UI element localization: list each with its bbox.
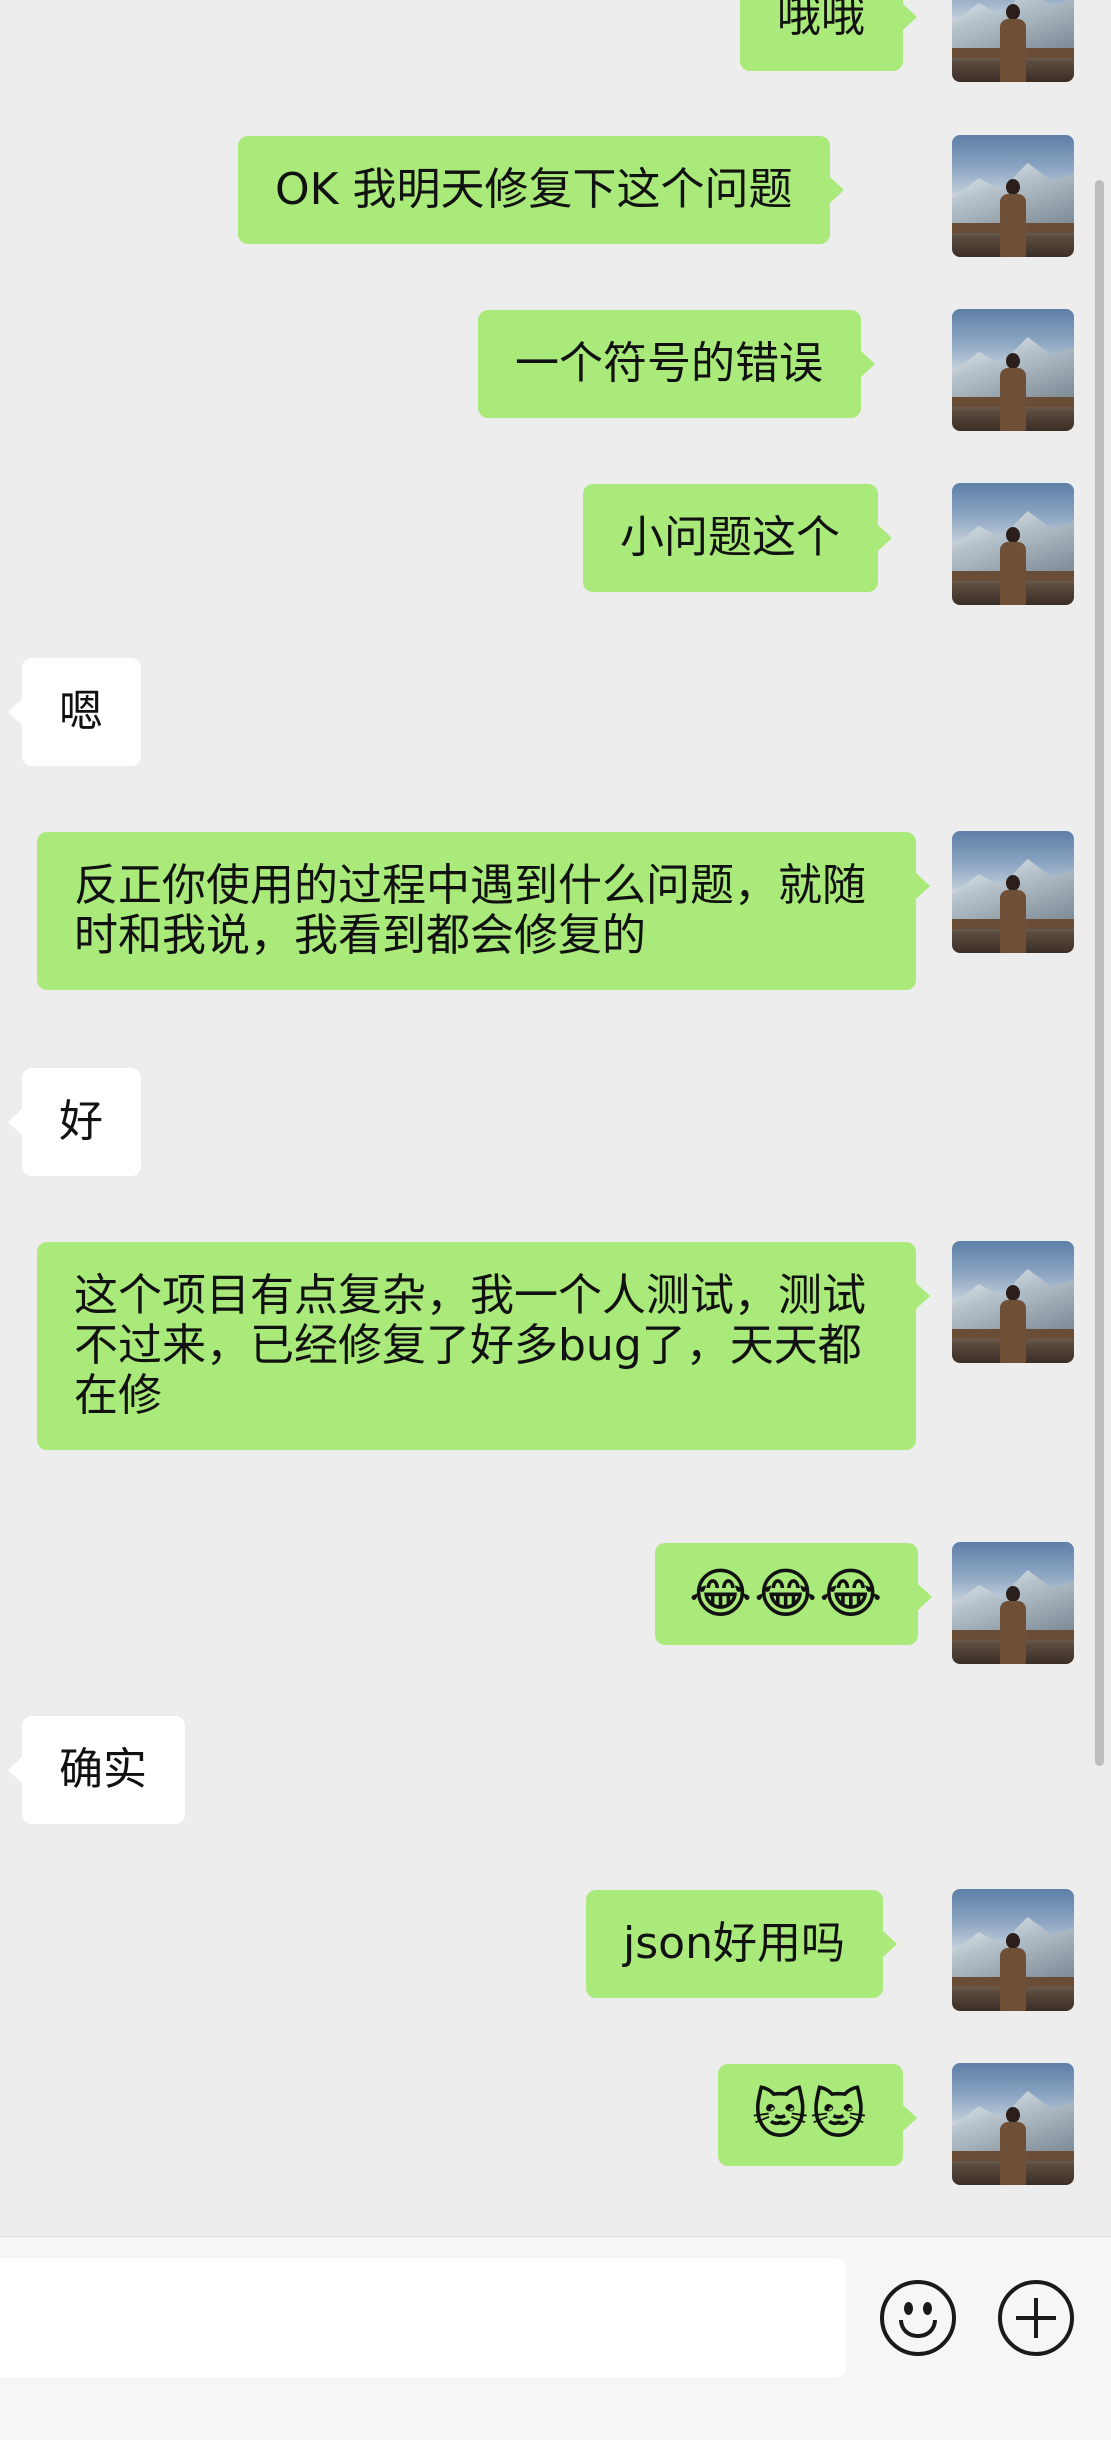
avatar[interactable] xyxy=(952,309,1074,431)
message-text: 确实 xyxy=(59,1744,147,1795)
avatar[interactable] xyxy=(952,1542,1074,1664)
message-text: 好 xyxy=(59,1096,103,1147)
message-bubble[interactable]: 小问题这个 xyxy=(583,484,892,592)
emoji-face-icon[interactable] xyxy=(880,2280,956,2356)
message-text: 反正你使用的过程中遇到什么问题，就随时和我说，我看到都会修复的 xyxy=(74,860,866,961)
avatar[interactable] xyxy=(952,135,1074,257)
avatar[interactable] xyxy=(952,1241,1074,1363)
avatar[interactable] xyxy=(952,2063,1074,2185)
avatar[interactable] xyxy=(952,0,1074,82)
message-bubble[interactable]: 好 xyxy=(8,1068,141,1176)
message-bubble[interactable]: 😂😂😂 xyxy=(655,1543,933,1645)
message-text: 小问题这个 xyxy=(620,512,840,563)
message-text: 一个符号的错误 xyxy=(515,338,823,389)
message-bubble[interactable]: 哦哦 xyxy=(740,0,917,71)
message-text: 这个项目有点复杂，我一个人测试，测试不过来，已经修复了好多bug了，天天都在修 xyxy=(74,1270,866,1421)
input-bar xyxy=(0,2236,1111,2440)
message-text: 哦哦 xyxy=(777,0,865,42)
emoji-text: 🐱🐱 xyxy=(752,2083,869,2146)
message-bubble[interactable]: 确实 xyxy=(8,1716,185,1824)
message-text: OK 我明天修复下这个问题 xyxy=(275,164,793,215)
message-bubble[interactable]: 嗯 xyxy=(8,658,141,766)
avatar[interactable] xyxy=(952,1889,1074,2011)
avatar[interactable] xyxy=(952,483,1074,605)
plus-circle-icon[interactable] xyxy=(998,2280,1074,2356)
message-input[interactable] xyxy=(0,2258,846,2378)
emoji-text: 😂😂😂 xyxy=(689,1562,885,1625)
message-bubble[interactable]: 一个符号的错误 xyxy=(478,310,875,418)
message-bubble[interactable]: json好用吗 xyxy=(586,1890,897,1998)
avatar[interactable] xyxy=(952,831,1074,953)
chat-message-list[interactable]: 哦哦 OK 我明天修复下这个问题 一个符号的错误 小问题这个 嗯 反正你使用的过… xyxy=(0,0,1111,2236)
message-bubble[interactable]: 这个项目有点复杂，我一个人测试，测试不过来，已经修复了好多bug了，天天都在修 xyxy=(37,1242,930,1450)
scrollbar[interactable] xyxy=(1095,180,1104,1766)
message-bubble[interactable]: OK 我明天修复下这个问题 xyxy=(238,136,845,244)
message-bubble[interactable]: 反正你使用的过程中遇到什么问题，就随时和我说，我看到都会修复的 xyxy=(37,832,930,990)
message-bubble[interactable]: 🐱🐱 xyxy=(718,2064,917,2166)
message-text: 嗯 xyxy=(59,686,103,737)
message-text: json好用吗 xyxy=(623,1918,845,1969)
